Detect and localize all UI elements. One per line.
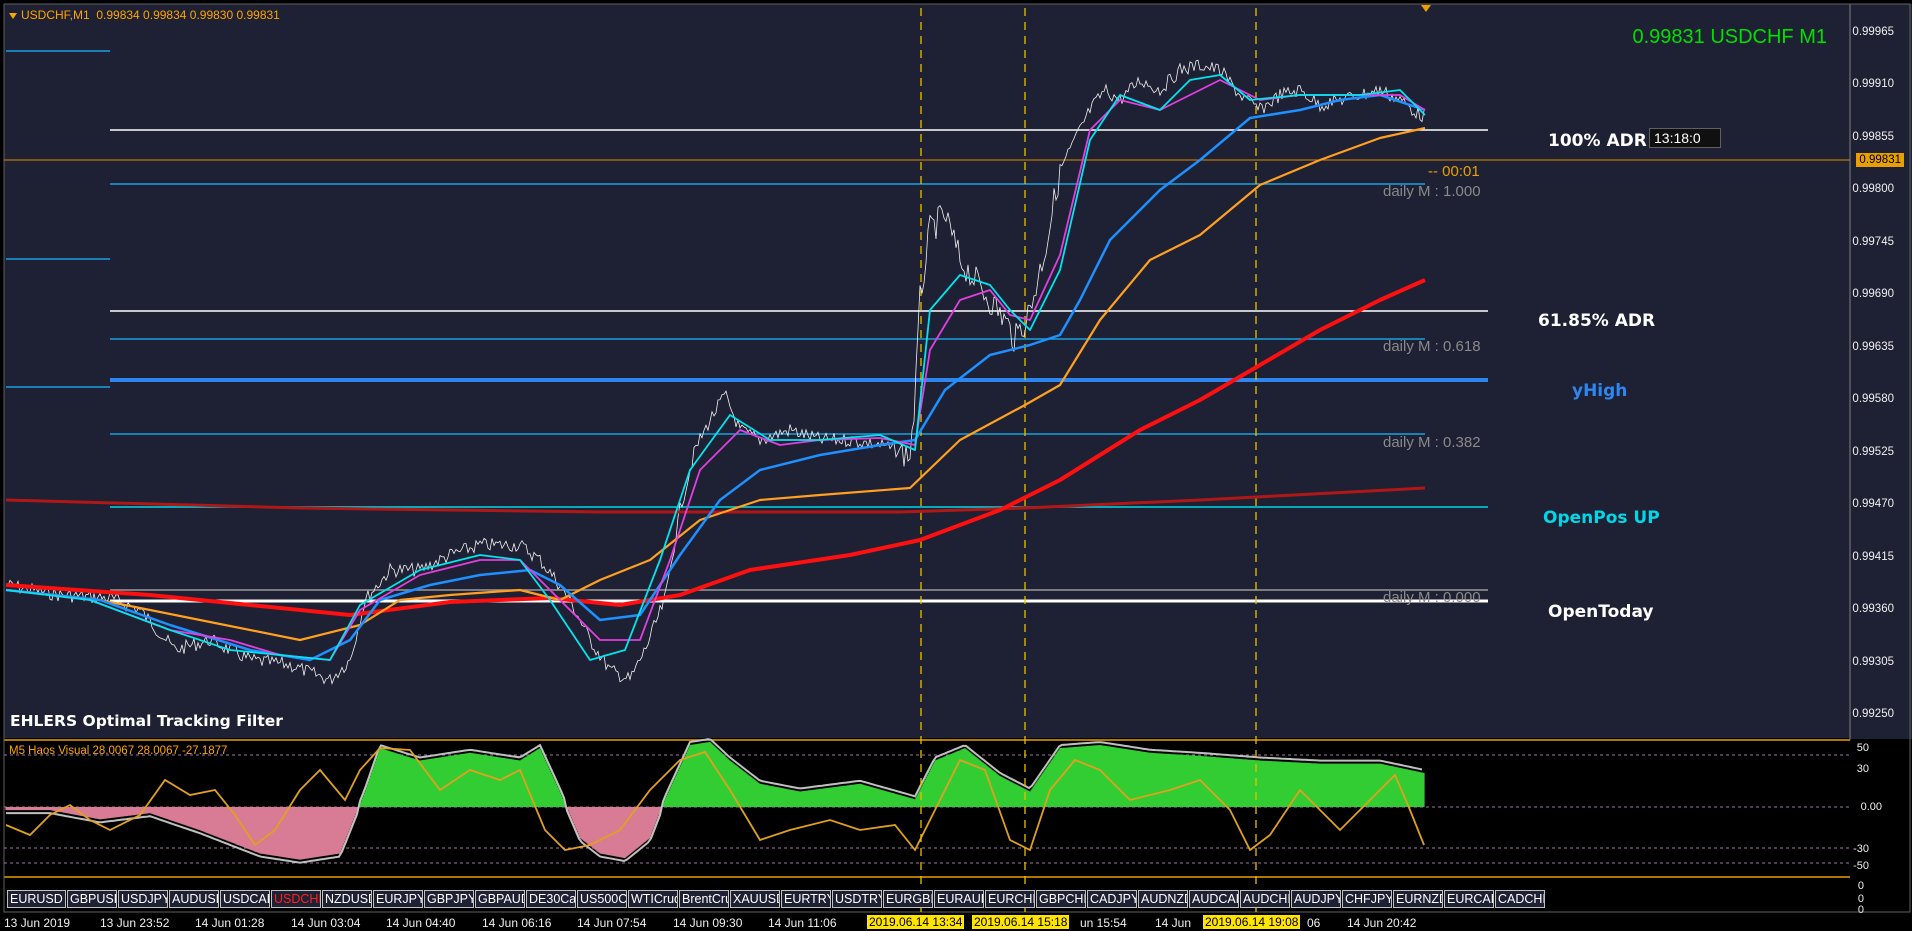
countdown-label: -- 00:01 (1428, 163, 1480, 180)
price-tick: 0.99855 (1852, 131, 1894, 143)
symbol-tab-audchf[interactable]: AUDCHF (1240, 890, 1290, 908)
symbol-tab-eurusd[interactable]: EURUSD (7, 890, 66, 908)
symbol-tab-euraud[interactable]: EURAUD (934, 890, 984, 908)
time-label: 14 Jun 06:16 (482, 916, 552, 930)
time-label: 14 Jun (1155, 916, 1192, 930)
indicator-tick: 0.00 (1860, 801, 1882, 813)
symbol-tab-eurnzd[interactable]: EURNZD (1393, 890, 1443, 908)
price-tick: 0.99415 (1852, 551, 1894, 563)
time-label: 13 Jun 23:52 (100, 916, 170, 930)
symbol-tab-eurcad[interactable]: EURCAD (1444, 890, 1494, 908)
time-label: un 15:54 (1080, 916, 1127, 930)
symbol-tab-gbpjpy[interactable]: GBPJPY (424, 890, 474, 908)
symbol-name: USDCHF,M1 (21, 8, 90, 22)
symbol-tab-de30cash[interactable]: DE30Cash (526, 890, 576, 908)
symbol-tab-cadchf[interactable]: CADCHF (1495, 890, 1545, 908)
symbol-tab-gbpchf[interactable]: GBPCHF (1036, 890, 1086, 908)
symbol-tab-eurchf[interactable]: EURCHF (985, 890, 1035, 908)
daily-m-0382-label: daily M : 0.382 (1383, 434, 1481, 451)
daily-m-0000-label: daily M : 0.000 (1383, 589, 1481, 606)
price-tick: 0.99910 (1852, 78, 1894, 90)
symbol-tab-eurgbp[interactable]: EURGBP (883, 890, 933, 908)
symbol-tabs: EURUSDGBPUSDUSDJPYAUDUSDUSDCADUSDCHFNZDU… (7, 890, 1546, 908)
symbol-tab-nzdusd[interactable]: NZDUSD (322, 890, 372, 908)
collapse-triangle-icon[interactable] (9, 12, 17, 19)
price-tick: 0.99745 (1852, 236, 1894, 248)
symbol-tab-wticrude[interactable]: WTICrude (628, 890, 678, 908)
daily-m-1000-label: daily M : 1.000 (1383, 183, 1481, 200)
price-tick: 0.99690 (1852, 288, 1894, 300)
indicator-tick: -30 (1853, 843, 1869, 855)
symbol-tab-audcad[interactable]: AUDCAD (1189, 890, 1239, 908)
time-label: 14 Jun 03:04 (291, 916, 361, 930)
bar-timer: 13:18:0 (1649, 128, 1721, 148)
daily-m-0618-label: daily M : 0.618 (1383, 338, 1481, 355)
big-price-label: 0.99831 USDCHF M1 (1632, 26, 1827, 48)
price-tick: 0.99525 (1852, 446, 1894, 458)
symbol-ohlc: 0.99834 0.99834 0.99830 0.99831 (96, 8, 280, 22)
price-axis-panel[interactable] (1850, 4, 1912, 739)
price-tick: 0.99580 (1852, 393, 1894, 405)
symbol-tab-usdchf[interactable]: USDCHF (271, 890, 321, 908)
symbol-tab-xauusd[interactable]: XAUUSD (730, 890, 780, 908)
symbol-tab-eurtry[interactable]: EURTRY (781, 890, 831, 908)
open-today-label: OpenToday (1548, 602, 1654, 622)
time-label: 13 Jun 2019 (4, 916, 71, 930)
time-label: 14 Jun 20:42 (1347, 916, 1417, 930)
price-tick: 0.99250 (1852, 708, 1894, 720)
time-label: 14 Jun 01:28 (195, 916, 265, 930)
indicator-tick: 30 (1856, 763, 1869, 775)
symbol-tab-usdtry[interactable]: USDTRY (832, 890, 882, 908)
haos-histogram (5, 738, 1425, 864)
price-tick: 0.99965 (1852, 26, 1894, 38)
symbol-tab-cadjpy[interactable]: CADJPY (1087, 890, 1137, 908)
current-price-tag: 0.99831 (1856, 153, 1904, 167)
time-label: 2019.06.14 13:34 (867, 915, 965, 929)
price-tick: 0.99305 (1852, 656, 1894, 668)
price-tick: 0.99800 (1852, 183, 1894, 195)
time-axis: 13 Jun 2019 13 Jun 23:52 14 Jun 01:28 14 Ju… (0, 914, 1860, 931)
openpos-up-label: OpenPos UP (1543, 508, 1660, 528)
price-tick: 0.99360 (1852, 603, 1894, 615)
time-label: 2019.06.14 19:08 (1203, 915, 1301, 929)
histogram-negative (5, 807, 662, 860)
time-label: 06 (1307, 916, 1321, 930)
symbol-tab-brentcrude[interactable]: BrentCrude (679, 890, 729, 908)
adr6185-label: 61.85% ADR (1538, 311, 1656, 331)
yhigh-label: yHigh (1572, 381, 1628, 401)
symbol-tab-usdcad[interactable]: USDCAD (220, 890, 270, 908)
symbol-tab-eurjpy[interactable]: EURJPY (373, 890, 423, 908)
symbol-tab-chfjpy[interactable]: CHFJPY (1342, 890, 1392, 908)
symbol-tab-audusd[interactable]: AUDUSD (169, 890, 219, 908)
symbol-tab-gbpaud[interactable]: GBPAUD (475, 890, 525, 908)
indicator-title: M5 Haos Visual 28.0067 28.0067 -27.1877 (9, 745, 228, 757)
symbol-tab-audjpy[interactable]: AUDJPY (1291, 890, 1341, 908)
price-tick: 0.99470 (1852, 498, 1894, 510)
price-tick: 0.99635 (1852, 341, 1894, 353)
time-label: 2019.06.14 15:18 (972, 915, 1070, 929)
indicator-tick: -50 (1853, 860, 1869, 872)
time-label: 14 Jun 11:06 (768, 916, 837, 930)
symbol-info: USDCHF,M1 0.99834 0.99834 0.99830 0.9983… (9, 8, 280, 22)
time-label: 14 Jun 09:30 (673, 916, 743, 930)
symbol-tab-us500cash[interactable]: US500Cash (577, 890, 627, 908)
adr100-label: 100% ADR (1548, 131, 1647, 151)
time-label: 14 Jun 07:54 (577, 916, 647, 930)
symbol-tab-usdjpy[interactable]: USDJPY (118, 890, 168, 908)
time-label: 14 Jun 04:40 (386, 916, 456, 930)
histogram-positive (358, 741, 1425, 807)
indicator-tick: 50 (1856, 742, 1869, 754)
symbol-tab-gbpusd[interactable]: GBPUSD (67, 890, 117, 908)
symbol-tab-audnzd[interactable]: AUDNZD (1138, 890, 1188, 908)
filter-name-label: EHLERS Optimal Tracking Filter (10, 712, 283, 730)
tabs-panel-tick: 0 (1857, 880, 1864, 892)
